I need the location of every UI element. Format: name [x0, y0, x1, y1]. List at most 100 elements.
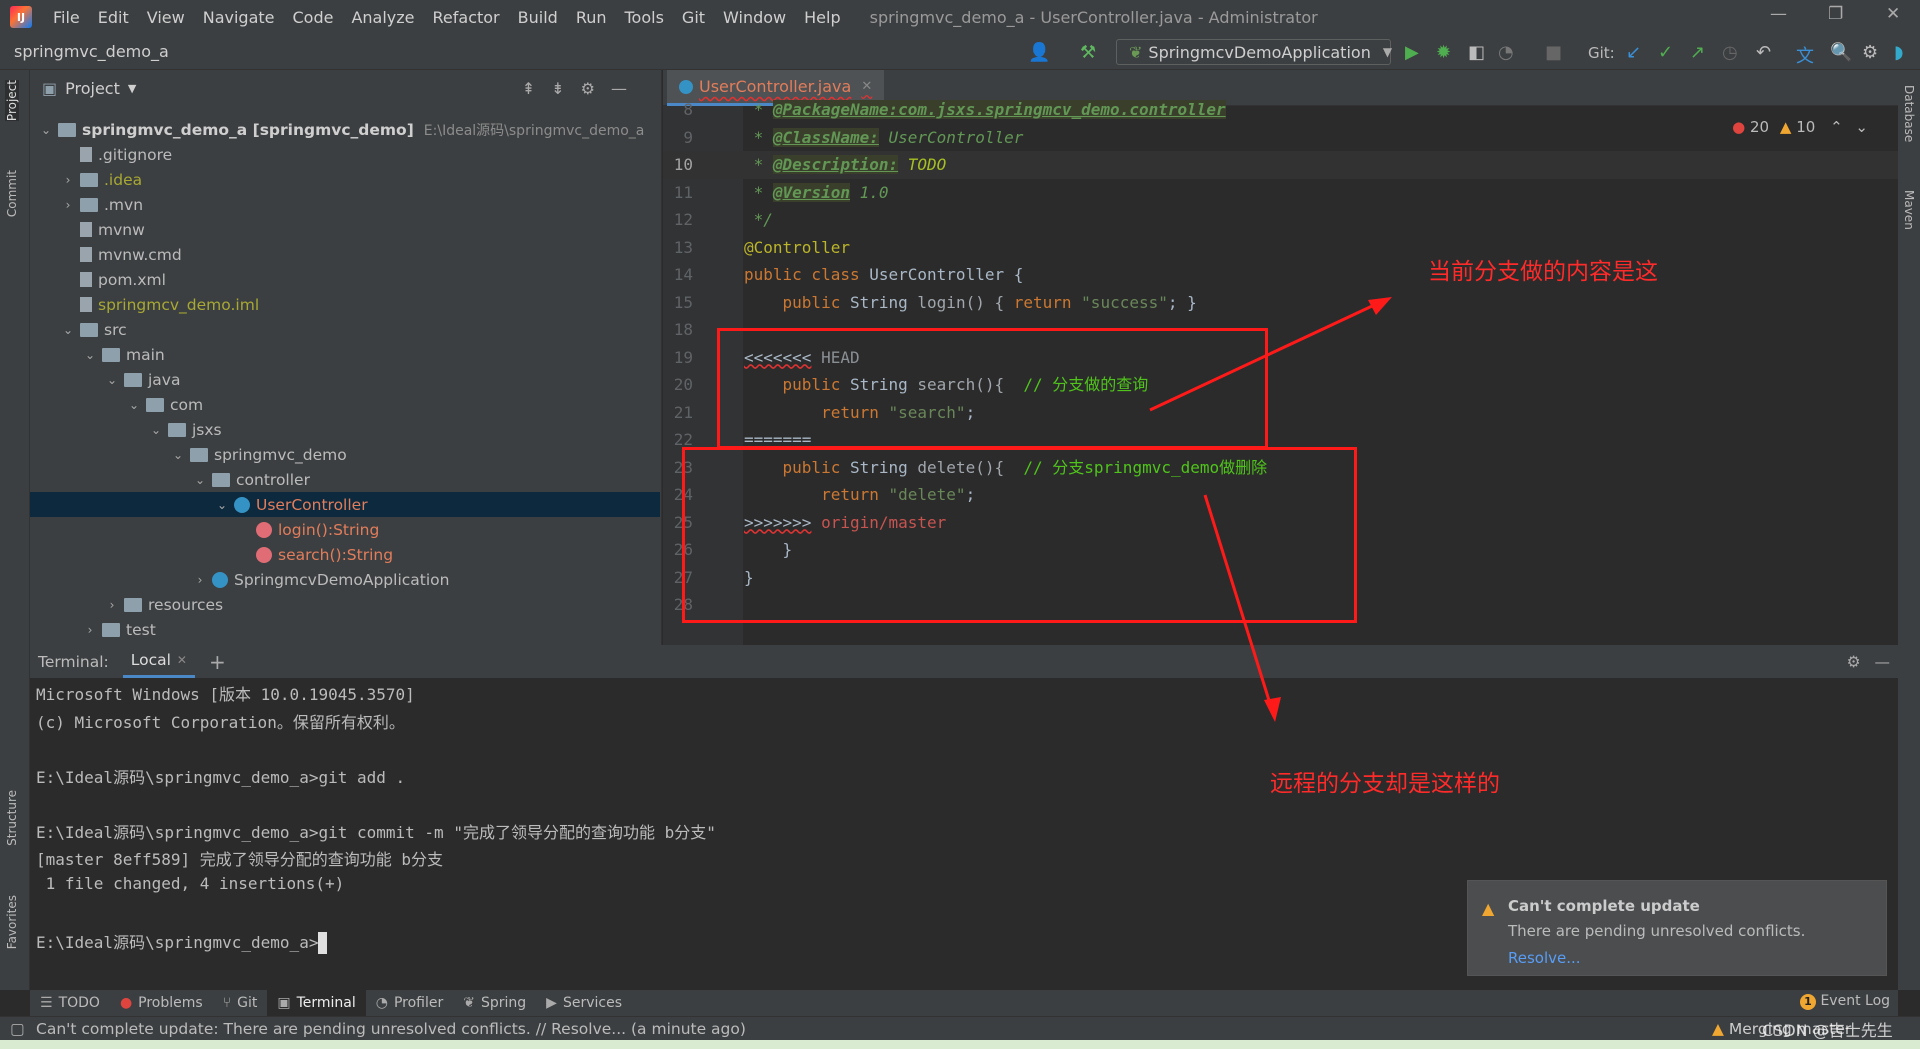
- menu-refactor[interactable]: Refactor: [424, 8, 509, 27]
- tree-item[interactable]: login():String: [30, 517, 660, 542]
- chevron-icon[interactable]: ⌄: [126, 398, 142, 412]
- project-breadcrumb[interactable]: springmvc_demo_a: [14, 42, 169, 61]
- tree-item[interactable]: pom.xml: [30, 267, 660, 292]
- chevron-icon[interactable]: ⌄: [38, 123, 54, 137]
- history-icon[interactable]: ◷: [1722, 42, 1738, 63]
- menu-analyze[interactable]: Analyze: [342, 8, 423, 27]
- stop-icon[interactable]: ■: [1545, 42, 1562, 63]
- menu-help[interactable]: Help: [795, 8, 849, 27]
- tree-item[interactable]: springmcv_demo.iml: [30, 292, 660, 317]
- chevron-icon[interactable]: ⌄: [214, 498, 230, 512]
- menu-build[interactable]: Build: [509, 8, 567, 27]
- git-commit-icon[interactable]: ✓: [1658, 42, 1673, 63]
- previous-highlight-icon[interactable]: ⌃: [1830, 118, 1843, 136]
- menu-navigate[interactable]: Navigate: [194, 8, 284, 27]
- tree-item[interactable]: ⌄ com: [30, 392, 660, 417]
- tool-tab-spring[interactable]: ❦ Spring: [453, 990, 536, 1016]
- chevron-icon[interactable]: ›: [60, 198, 76, 212]
- tool-tab-project[interactable]: Project: [5, 80, 19, 122]
- chevron-icon[interactable]: ›: [192, 573, 208, 587]
- tree-item[interactable]: ⌄ controller: [30, 467, 660, 492]
- tree-item[interactable]: mvnw.cmd: [30, 242, 660, 267]
- user-icon[interactable]: 👤: [1028, 42, 1050, 63]
- tool-tab-terminal[interactable]: ▣ Terminal: [267, 990, 366, 1016]
- tree-item[interactable]: ⌄ springmvc_demo_a [springmvc_demo] E:\Ide…: [30, 117, 660, 142]
- status-message[interactable]: Can't complete update: There are pending…: [36, 1020, 746, 1038]
- close-icon[interactable]: ✕: [1886, 4, 1900, 24]
- tree-item[interactable]: ⌄ springmvc_demo: [30, 442, 660, 467]
- new-terminal-icon[interactable]: +: [209, 650, 226, 674]
- tool-tab-database[interactable]: Database: [1902, 85, 1916, 142]
- chevron-icon[interactable]: ⌄: [82, 348, 98, 362]
- run-configuration-select[interactable]: ❦ SpringmcvDemoApplication ▼: [1116, 39, 1392, 65]
- minimize-icon[interactable]: —: [1770, 4, 1787, 24]
- tree-item[interactable]: search():String: [30, 542, 660, 567]
- tool-tab-todo[interactable]: ☰ TODO: [30, 990, 110, 1016]
- menu-tools[interactable]: Tools: [616, 8, 673, 27]
- git-update-icon[interactable]: ↙: [1626, 42, 1641, 63]
- gear-icon[interactable]: ⚙: [1862, 42, 1878, 63]
- debug-icon[interactable]: ✹: [1436, 42, 1451, 63]
- chevron-down-icon[interactable]: ▼: [128, 82, 136, 95]
- plugin-icon[interactable]: ◗: [1894, 42, 1903, 63]
- tool-tab-problems[interactable]: ● Problems: [110, 990, 213, 1016]
- tree-item[interactable]: ⌄ java: [30, 367, 660, 392]
- panel-actions[interactable]: ⇞⇟⚙—: [522, 79, 643, 98]
- chevron-icon[interactable]: ⌄: [148, 423, 164, 437]
- menu-git[interactable]: Git: [673, 8, 714, 27]
- menu-code[interactable]: Code: [284, 8, 343, 27]
- menu-window[interactable]: Window: [714, 8, 795, 27]
- chevron-icon[interactable]: ⌄: [60, 323, 76, 337]
- tree-item[interactable]: ⌄ main: [30, 342, 660, 367]
- project-panel: ▣ Project ▼ ⇞⇟⚙— ⌄ springmvc_demo_a [spri…: [30, 70, 662, 664]
- tool-tab-commit[interactable]: Commit: [5, 170, 19, 217]
- tool-tab-structure[interactable]: Structure: [5, 790, 19, 846]
- tool-tab-git[interactable]: ⑂ Git: [213, 990, 268, 1016]
- code-token: "success": [1081, 292, 1168, 312]
- tree-item[interactable]: › .mvn: [30, 192, 660, 217]
- inspection-widget[interactable]: ● 20 ▲ 10 ⌃ ⌄: [1732, 118, 1868, 136]
- tree-item[interactable]: › .idea: [30, 167, 660, 192]
- status-toggle-icon[interactable]: ▢: [10, 1020, 25, 1038]
- restore-icon[interactable]: ❐: [1828, 4, 1843, 24]
- close-tab-icon[interactable]: ✕: [861, 79, 872, 94]
- tool-tab-profiler[interactable]: ◔ Profiler: [366, 990, 454, 1016]
- chevron-icon[interactable]: ⌄: [192, 473, 208, 487]
- search-icon[interactable]: 🔍: [1830, 42, 1852, 63]
- tool-tab-favorites[interactable]: Favorites: [5, 895, 19, 949]
- tool-tab-services[interactable]: ▶ Services: [536, 990, 632, 1016]
- chevron-icon[interactable]: ›: [82, 623, 98, 637]
- translate-icon[interactable]: 文: [1796, 42, 1814, 68]
- tree-item[interactable]: › test: [30, 617, 660, 642]
- tree-item[interactable]: › SpringmcvDemoApplication: [30, 567, 660, 592]
- resolve-link[interactable]: Resolve...: [1508, 949, 1581, 967]
- close-tab-icon[interactable]: ✕: [177, 653, 187, 667]
- event-log-button[interactable]: 1 Event Log: [1800, 993, 1890, 1010]
- hide-panel-icon[interactable]: —: [1875, 653, 1891, 671]
- profile-icon[interactable]: ◔: [1498, 42, 1514, 63]
- coverage-icon[interactable]: ◧: [1468, 42, 1485, 63]
- menu-view[interactable]: View: [138, 8, 194, 27]
- build-hammer-icon[interactable]: ⚒: [1080, 42, 1096, 63]
- menu-edit[interactable]: Edit: [89, 8, 138, 27]
- menu-run[interactable]: Run: [567, 8, 616, 27]
- tree-item[interactable]: .gitignore: [30, 142, 660, 167]
- rollback-icon[interactable]: ↶: [1756, 42, 1771, 63]
- git-push-icon[interactable]: ↗: [1690, 42, 1705, 63]
- chevron-icon[interactable]: ⌄: [104, 373, 120, 387]
- chevron-icon[interactable]: ›: [60, 173, 76, 187]
- tree-item[interactable]: ⌄ UserController: [30, 492, 660, 517]
- gear-icon[interactable]: ⚙: [1847, 653, 1861, 671]
- next-highlight-icon[interactable]: ⌄: [1855, 118, 1868, 136]
- project-panel-title[interactable]: Project: [65, 79, 120, 98]
- chevron-icon[interactable]: ⌄: [170, 448, 186, 462]
- tree-item[interactable]: mvnw: [30, 217, 660, 242]
- run-icon[interactable]: ▶: [1405, 42, 1419, 63]
- tool-tab-maven[interactable]: Maven: [1902, 190, 1916, 230]
- tree-item[interactable]: › resources: [30, 592, 660, 617]
- tree-item[interactable]: ⌄ src: [30, 317, 660, 342]
- menu-file[interactable]: File: [44, 8, 89, 27]
- chevron-icon[interactable]: ›: [104, 598, 120, 612]
- terminal-tab-local[interactable]: Local ✕: [122, 645, 195, 678]
- tree-item[interactable]: ⌄ jsxs: [30, 417, 660, 442]
